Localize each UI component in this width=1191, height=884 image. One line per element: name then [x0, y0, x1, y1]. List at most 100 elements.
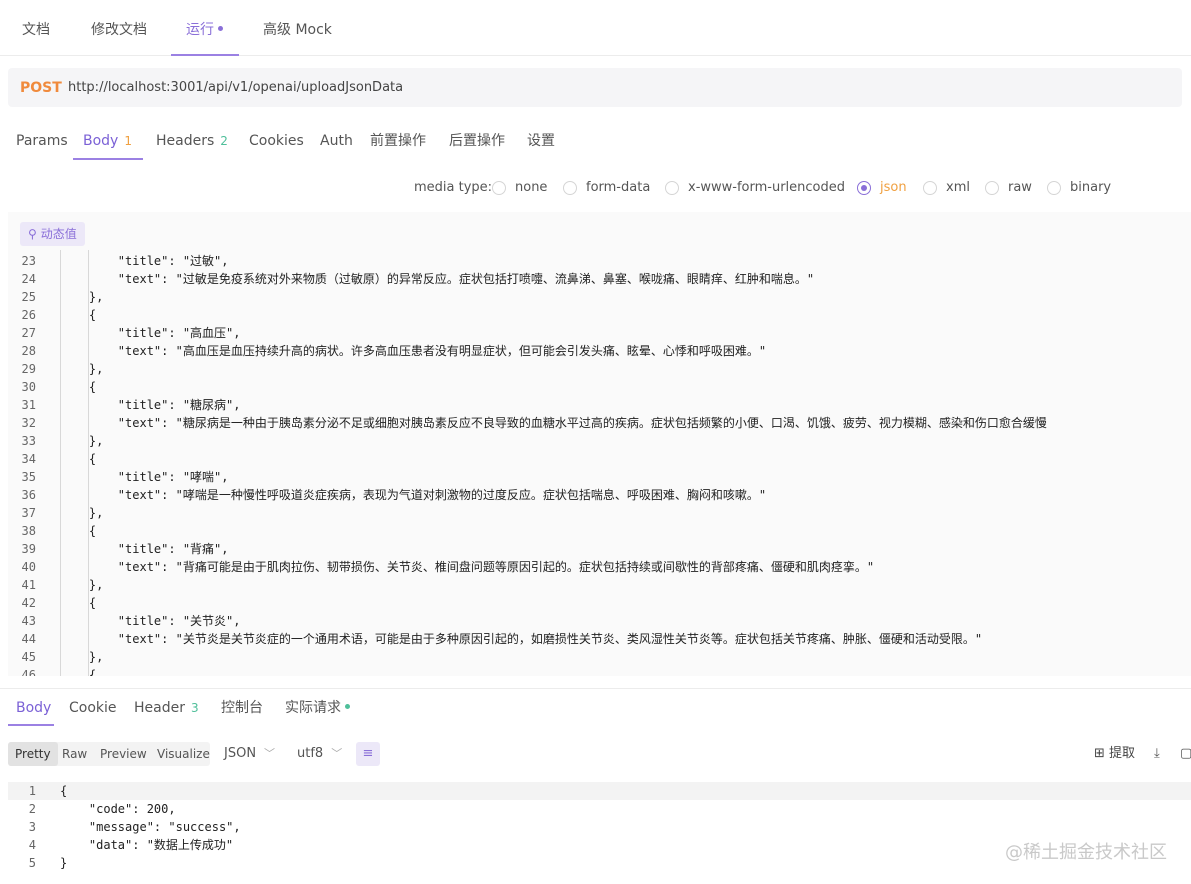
code-line: 30 {: [8, 378, 1191, 396]
code-text: {: [60, 524, 97, 538]
code-line: 34 {: [8, 450, 1191, 468]
code-line: 39 "title": "背痛",: [8, 540, 1191, 558]
line-number: 5: [28, 856, 36, 870]
view-mode-segment: Pretty Raw Preview Visualize: [8, 742, 210, 766]
request-body-editor[interactable]: ⚲ 动态值 23 "title": "过敏", 24 "text": "过敏是免疫系…: [8, 212, 1191, 676]
radio-none-label[interactable]: none: [515, 176, 547, 200]
code-text: {: [60, 668, 97, 676]
line-number: 41: [21, 578, 36, 592]
code-line: 27 "title": "高血压",: [8, 324, 1191, 342]
line-number: 40: [21, 560, 36, 574]
resp-tab-cookie[interactable]: Cookie: [69, 689, 117, 727]
tab-post-actions[interactable]: 后置操作: [449, 124, 505, 158]
tab-auth[interactable]: Auth: [320, 124, 353, 158]
code-text: },: [60, 290, 104, 304]
radio-json[interactable]: [857, 181, 871, 195]
media-type-selector: media type: none form-data x-www-form-ur…: [0, 176, 1191, 200]
tab-body[interactable]: Body 1: [83, 124, 132, 158]
response-toolbar: Pretty Raw Preview Visualize JSON ﹀ utf8 ﹀…: [0, 740, 1191, 768]
dynamic-value-button[interactable]: ⚲ 动态值: [20, 222, 85, 246]
code-text: },: [60, 434, 104, 448]
code-text: "title": "关节炎",: [60, 614, 241, 628]
tab-params[interactable]: Params: [16, 124, 68, 158]
code-line: 45 },: [8, 648, 1191, 666]
tab-settings[interactable]: 设置: [527, 124, 555, 158]
tab-run[interactable]: 运行: [186, 0, 223, 56]
radio-none[interactable]: [492, 181, 506, 195]
line-number: 24: [21, 272, 36, 286]
code-lines[interactable]: 23 "title": "过敏", 24 "text": "过敏是免疫系统对外来物…: [8, 250, 1191, 676]
resp-tab-body[interactable]: Body: [16, 689, 51, 727]
request-tab-bar: Params Body 1 Headers 2 Cookies Auth 前置操作 …: [0, 124, 1191, 162]
radio-raw-label[interactable]: raw: [1008, 176, 1032, 200]
resp-tab-actual-request[interactable]: 实际请求: [285, 689, 350, 727]
watermark: @稀土掘金技术社区: [1005, 842, 1167, 863]
radio-form-data[interactable]: [563, 181, 577, 195]
code-line: 29 },: [8, 360, 1191, 378]
response-text: }: [60, 856, 68, 870]
code-text: "text": "哮喘是一种慢性呼吸道炎症疾病，表现为气道对刺激物的过度反应。症…: [60, 488, 767, 502]
resp-tab-console[interactable]: 控制台: [221, 689, 263, 727]
code-line: 25 },: [8, 288, 1191, 306]
radio-xml[interactable]: [923, 181, 937, 195]
tab-pre-actions[interactable]: 前置操作: [370, 124, 426, 158]
code-line: 36 "text": "哮喘是一种慢性呼吸道炎症疾病，表现为气道对刺激物的过度反…: [8, 486, 1191, 504]
view-raw[interactable]: Raw: [55, 742, 94, 766]
url-input[interactable]: http://localhost:3001/api/v1/openai/uplo…: [68, 68, 403, 108]
radio-xml-label[interactable]: xml: [946, 176, 970, 200]
line-number: 46: [21, 668, 36, 676]
line-number: 23: [21, 254, 36, 268]
view-preview[interactable]: Preview: [93, 742, 154, 766]
code-text: },: [60, 650, 104, 664]
line-number: 2: [28, 802, 36, 816]
code-line: 35 "title": "哮喘",: [8, 468, 1191, 486]
tab-body-label: Body: [83, 133, 119, 149]
code-line: 44 "text": "关节炎是关节炎症的一个通用术语，可能是由于多种原因引起的…: [8, 630, 1191, 648]
tab-run-label: 运行: [186, 22, 214, 38]
extract-icon: ⊞: [1094, 746, 1105, 761]
radio-urlencoded[interactable]: [665, 181, 679, 195]
response-body-viewer[interactable]: 1{2 "code": 200, 3 "message": "success", 4…: [8, 780, 1191, 884]
radio-raw[interactable]: [985, 181, 999, 195]
tab-headers[interactable]: Headers 2: [156, 124, 228, 158]
code-text: "title": "背痛",: [60, 542, 229, 556]
line-number: 30: [21, 380, 36, 394]
http-method[interactable]: POST: [20, 68, 62, 108]
line-number: 31: [21, 398, 36, 412]
request-url-bar[interactable]: POST http://localhost:3001/api/v1/openai…: [8, 68, 1182, 107]
encoding-select[interactable]: utf8 ﹀: [297, 742, 342, 766]
line-number: 27: [21, 326, 36, 340]
chevron-down-icon: ﹀: [331, 747, 343, 760]
code-line: 24 "text": "过敏是免疫系统对外来物质（过敏原）的异常反应。症状包括打…: [8, 270, 1191, 288]
code-text: "title": "过敏",: [60, 254, 229, 268]
view-pretty[interactable]: Pretty: [8, 742, 58, 766]
tab-edit-docs[interactable]: 修改文档: [91, 0, 147, 56]
wrap-lines-icon[interactable]: ≡: [356, 742, 380, 766]
extract-button[interactable]: ⊞ 提取: [1094, 742, 1135, 766]
dynamic-value-label: 动态值: [40, 227, 77, 241]
code-line: 41 },: [8, 576, 1191, 594]
response-tab-bar: Body Cookie Header 3 控制台 实际请求: [0, 688, 1191, 726]
radio-binary-label[interactable]: binary: [1070, 176, 1111, 200]
radio-binary[interactable]: [1047, 181, 1061, 195]
resp-tab-header[interactable]: Header 3: [134, 689, 199, 727]
code-line: 23 "title": "过敏",: [8, 252, 1191, 270]
radio-urlencoded-label[interactable]: x-www-form-urlencoded: [688, 176, 845, 200]
radio-json-label[interactable]: json: [880, 176, 907, 200]
code-line: 37 },: [8, 504, 1191, 522]
code-text: "text": "糖尿病是一种由于胰岛素分泌不足或细胞对胰岛素反应不良导致的血糖…: [60, 416, 1047, 430]
line-number: 1: [28, 784, 36, 798]
copy-icon[interactable]: ▢: [1180, 742, 1191, 766]
line-number: 35: [21, 470, 36, 484]
format-select[interactable]: JSON ﹀: [224, 742, 275, 766]
tab-docs[interactable]: 文档: [22, 0, 50, 56]
radio-form-data-label[interactable]: form-data: [586, 176, 650, 200]
code-text: "text": "背痛可能是由于肌肉拉伤、韧带损伤、关节炎、椎间盘问题等原因引起…: [60, 560, 875, 574]
magic-wand-icon: ⚲: [28, 227, 37, 241]
view-visualize[interactable]: Visualize: [150, 742, 217, 766]
headers-count-badge: 2: [220, 134, 228, 148]
download-icon[interactable]: ⤓: [1154, 742, 1160, 766]
tab-advanced-mock[interactable]: 高级 Mock: [263, 0, 332, 56]
status-dot: [345, 703, 350, 709]
tab-cookies[interactable]: Cookies: [249, 124, 304, 158]
